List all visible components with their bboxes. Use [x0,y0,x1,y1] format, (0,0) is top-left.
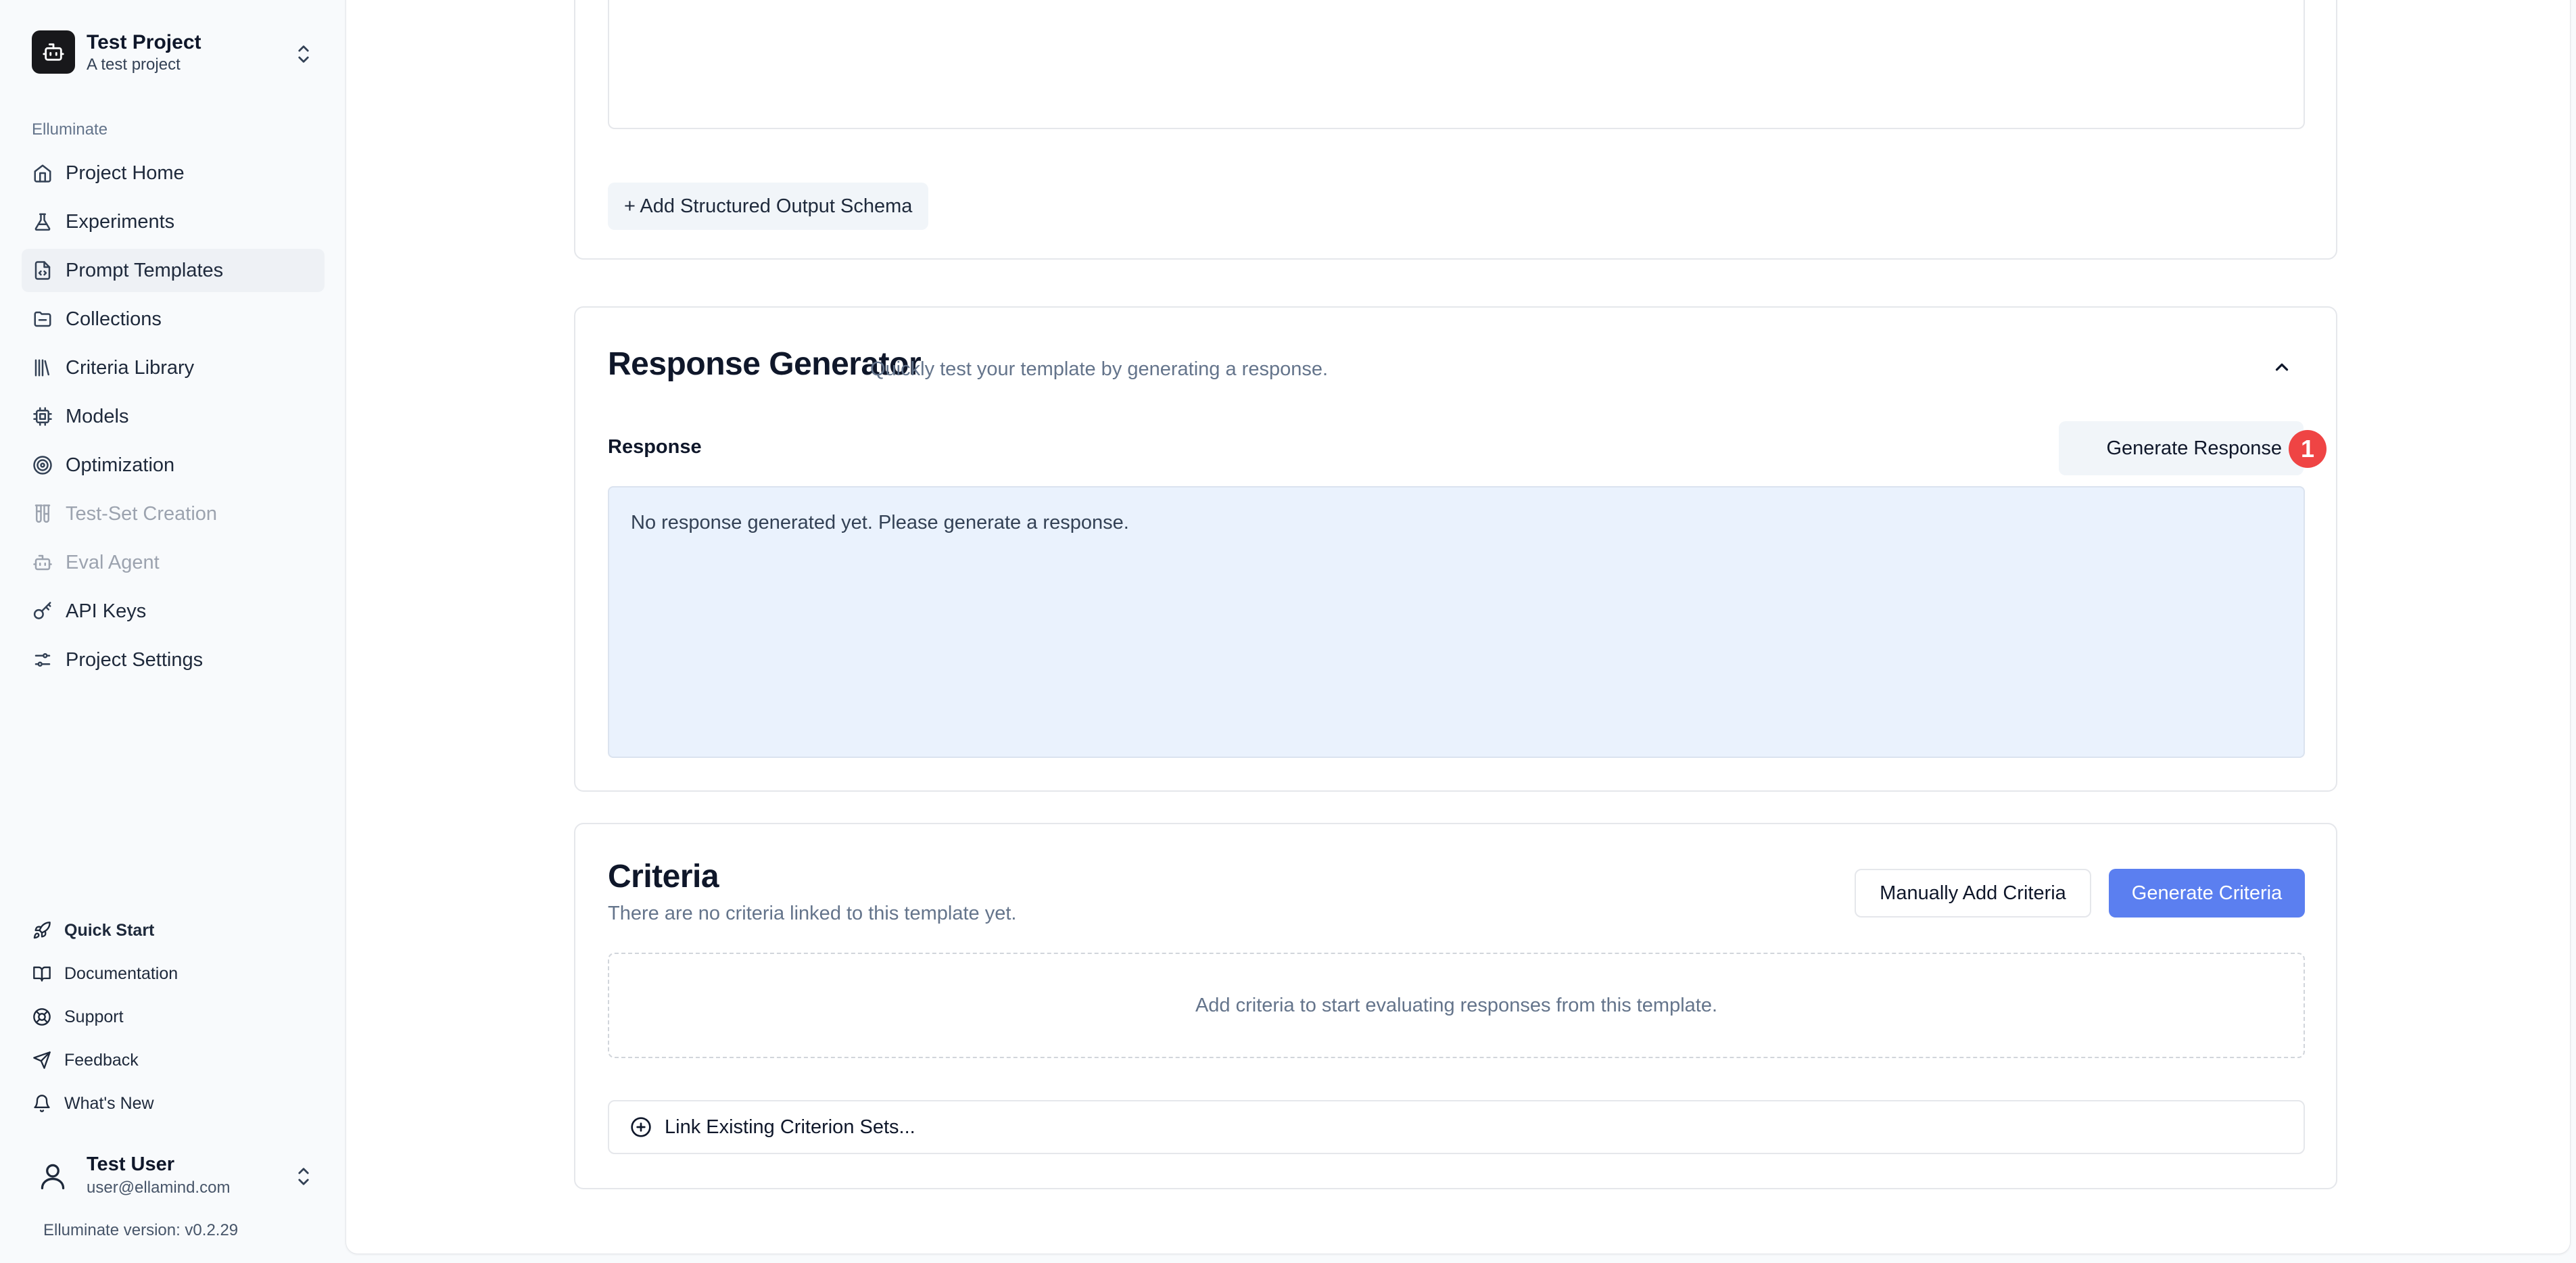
sidebar-item-experiments[interactable]: Experiments [22,200,325,243]
chevrons-up-down-icon [293,41,314,68]
rocket-icon [32,920,52,940]
test-tubes-icon [32,503,53,525]
generate-response-button[interactable]: Generate Response [2059,421,2304,475]
sidebar-item-test-set-creation: Test-Set Creation [22,492,325,535]
sidebar-link-feedback[interactable]: Feedback [22,1041,325,1079]
generate-response-label: Generate Response [2106,437,2282,459]
response-generator-subtitle: Quickly test your template by generating… [870,358,1329,380]
bot-icon [32,30,75,74]
sidebar-item-label: Collections [66,308,162,330]
bell-icon [32,1093,52,1114]
user-avatar-icon [32,1155,74,1197]
settings-sliders-icon [32,649,53,671]
target-icon [32,454,53,476]
sidebar-item-collections[interactable]: Collections [22,297,325,341]
version-text: Elluminate version: v0.2.29 [43,1221,239,1239]
link-existing-criterion-sets-button[interactable]: Link Existing Criterion Sets... [608,1100,2305,1154]
step-badge: 1 [2289,430,2327,468]
template-editor-card: + Add Structured Output Schema [574,0,2337,260]
link-existing-criterion-sets-label: Link Existing Criterion Sets... [665,1116,915,1138]
sidebar-item-label: Eval Agent [66,551,160,573]
folder-icon [32,308,53,330]
manually-add-criteria-button[interactable]: Manually Add Criteria [1855,869,2091,918]
response-output-box: No response generated yet. Please genera… [608,486,2305,758]
sidebar-item-label: Project Home [66,162,185,184]
flask-icon [32,211,53,233]
response-generator-card: Response Generator Quickly test your tem… [574,306,2337,792]
sidebar-item-label: Project Settings [66,648,204,671]
sidebar-item-optimization[interactable]: Optimization [22,444,325,487]
user-email: user@ellamind.com [87,1178,231,1197]
sidebar-link-label: Quick Start [64,920,155,940]
add-structured-output-schema-button[interactable]: + Add Structured Output Schema [608,183,929,230]
cpu-icon [32,406,53,427]
sidebar-item-label: Experiments [66,210,175,233]
schema-editor-area[interactable] [608,0,2305,129]
sidebar-item-project-settings[interactable]: Project Settings [22,638,325,682]
sidebar-item-models[interactable]: Models [22,395,325,438]
criteria-title: Criteria [608,859,719,895]
sidebar-link-whats-new[interactable]: What's New [22,1085,325,1122]
sidebar-item-api-keys[interactable]: API Keys [22,590,325,633]
sidebar-item-label: Criteria Library [66,356,195,379]
sidebar-item-project-home[interactable]: Project Home [22,151,325,195]
sidebar-item-label: Prompt Templates [66,259,224,281]
key-icon [32,600,53,622]
app-root: Test Project A test project Elluminate P… [0,0,2576,1263]
sidebar-item-label: Test-Set Creation [66,502,218,525]
user-name: Test User [87,1153,175,1175]
main-content: + Add Structured Output Schema Response … [345,0,2571,1254]
criteria-card: Criteria There are no criteria linked to… [574,823,2337,1189]
generate-criteria-button[interactable]: Generate Criteria [2109,869,2305,918]
sidebar-item-criteria-library[interactable]: Criteria Library [22,346,325,389]
life-buoy-icon [32,1007,52,1027]
sidebar-link-label: Feedback [64,1050,139,1070]
sidebar-item-prompt-templates[interactable]: Prompt Templates [22,249,325,292]
chevron-up-icon[interactable] [2268,354,2295,381]
response-label: Response [608,436,702,458]
home-icon [32,162,53,184]
sidebar-item-label: Models [66,405,129,427]
library-icon [32,357,53,379]
sidebar-link-support[interactable]: Support [22,998,325,1036]
chevrons-up-down-icon [293,1163,314,1190]
sidebar-item-eval-agent: Eval Agent [22,541,325,584]
criteria-subtitle: There are no criteria linked to this tem… [608,903,1017,924]
criteria-empty-state: Add criteria to start evaluating respons… [608,953,2305,1058]
sidebar-link-label: Support [64,1007,124,1026]
sidebar: Test Project A test project Elluminate P… [0,0,345,1263]
response-placeholder-text: No response generated yet. Please genera… [631,512,1129,533]
sidebar-link-label: Documentation [64,963,178,983]
project-switcher[interactable]: Test Project A test project [22,20,325,88]
project-description: A test project [87,55,181,74]
plus-circle-icon [629,1116,652,1139]
book-icon [32,963,52,984]
project-name: Test Project [87,31,201,53]
sidebar-item-label: Optimization [66,454,175,476]
bot-icon [32,552,53,573]
sidebar-link-quick-start[interactable]: Quick Start [22,911,325,949]
send-icon [32,1050,52,1070]
sidebar-link-label: What's New [64,1093,154,1113]
sidebar-item-label: API Keys [66,600,147,622]
user-menu[interactable]: Test User user@ellamind.com [22,1148,325,1205]
sidebar-link-documentation[interactable]: Documentation [22,955,325,993]
file-code-icon [32,260,53,281]
sidebar-section-label: Elluminate [32,120,108,139]
